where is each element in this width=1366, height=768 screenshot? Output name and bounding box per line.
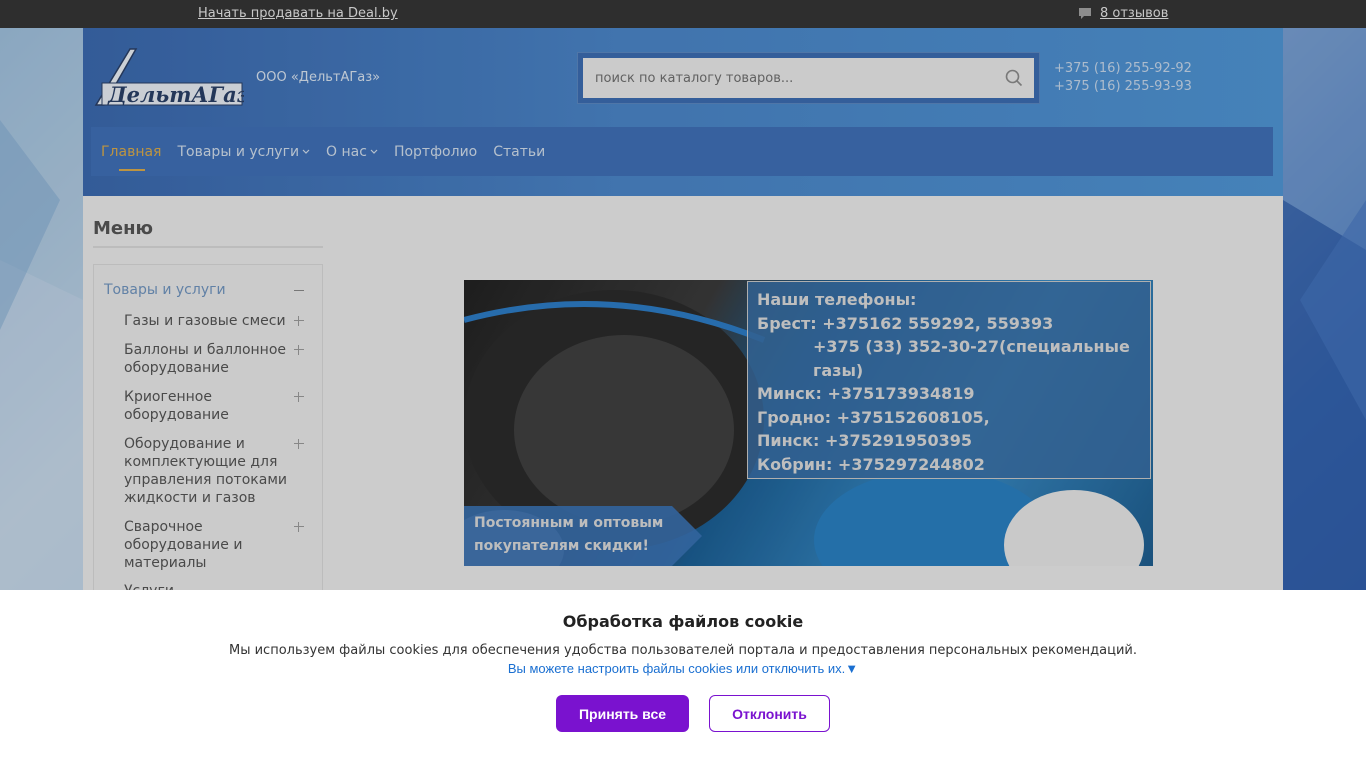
expand-icon[interactable] bbox=[294, 522, 304, 532]
banner-line: +375 (33) 352-30-27(специальные газы) bbox=[813, 337, 1130, 380]
banner-line: Кобрин: +375297244802 bbox=[757, 454, 985, 474]
search-box bbox=[577, 52, 1040, 104]
reviews-link[interactable]: 8 отзывов bbox=[1078, 6, 1168, 21]
collapse-icon[interactable] bbox=[294, 290, 304, 291]
search-icon[interactable] bbox=[1005, 69, 1023, 87]
nav-label: О нас bbox=[326, 143, 367, 160]
phone-number[interactable]: +375 (16) 255-93-93 bbox=[1054, 78, 1192, 96]
banner-line: Минск: +375173934819 bbox=[757, 384, 975, 403]
nav-item-products[interactable]: Товары и услуги bbox=[177, 144, 310, 160]
chevron-down-icon bbox=[370, 149, 378, 154]
expand-icon[interactable] bbox=[294, 345, 304, 355]
cookie-title: Обработка файлов cookie bbox=[562, 612, 804, 631]
promo-banner[interactable]: Наши телефоны: Брест: +375162 559292, 55… bbox=[464, 280, 1153, 566]
start-selling-link[interactable]: Начать продавать на Deal.by bbox=[198, 6, 398, 21]
divider bbox=[93, 246, 323, 248]
sidebar-item-welding[interactable]: Сварочное оборудование и материалы bbox=[124, 518, 304, 572]
chat-icon bbox=[1079, 7, 1091, 19]
nav-item-home[interactable]: Главная bbox=[101, 143, 162, 171]
sidebar-item-gases[interactable]: Газы и газовые смеси bbox=[124, 312, 304, 330]
company-logo[interactable]: ДельтАГаз bbox=[92, 47, 244, 107]
discount-line: покупателям скидки! bbox=[474, 538, 649, 554]
banner-line: Пинск: +375291950395 bbox=[757, 431, 972, 450]
nav-label: Главная bbox=[101, 143, 162, 160]
nav-label: Статьи bbox=[493, 143, 546, 160]
discount-line: Постоянным и оптовым bbox=[474, 515, 664, 531]
decline-button[interactable]: Отклонить bbox=[709, 695, 830, 732]
accept-all-button[interactable]: Принять все bbox=[556, 695, 689, 732]
expand-icon[interactable] bbox=[294, 439, 304, 449]
banner-line: Гродно: +375152608105, bbox=[757, 407, 990, 427]
svg-text:ДельтАГаз: ДельтАГаз bbox=[107, 82, 244, 107]
reviews-label: 8 отзывов bbox=[1100, 6, 1169, 21]
banner-discount: Постоянным и оптовым покупателям скидки! bbox=[464, 506, 674, 566]
banner-line: Брест: +375162 559292, 559393 bbox=[757, 313, 1054, 333]
expand-icon[interactable] bbox=[294, 316, 304, 326]
header-phones: +375 (16) 255-92-92 +375 (16) 255-93-93 bbox=[1054, 60, 1192, 96]
nav-label: Портфолио bbox=[393, 143, 478, 160]
sidebar-title: Меню bbox=[93, 218, 154, 239]
nav-label: Товары и услуги bbox=[177, 143, 300, 160]
cookie-banner: Обработка файлов cookie Мы используем фа… bbox=[0, 590, 1366, 768]
company-name: ООО «ДельтАГаз» bbox=[256, 70, 381, 85]
sidebar-item-cylinders[interactable]: Баллоны и баллонное оборудование bbox=[124, 341, 304, 377]
sidebar-item-cryogenic[interactable]: Криогенное оборудование bbox=[124, 388, 304, 424]
nav-item-portfolio[interactable]: Портфолио bbox=[394, 144, 477, 160]
phone-number[interactable]: +375 (16) 255-92-92 bbox=[1054, 60, 1192, 78]
expand-icon[interactable] bbox=[294, 392, 304, 402]
search-input[interactable] bbox=[583, 58, 1034, 98]
sidebar-category-head[interactable]: Товары и услуги bbox=[104, 282, 226, 298]
main-nav: Главная Товары и услуги О нас Портфолио … bbox=[91, 127, 1273, 176]
banner-line: Наши телефоны: bbox=[757, 290, 917, 309]
cookie-settings-link[interactable]: Вы можете настроить файлы cookies или от… bbox=[0, 661, 1366, 676]
top-bar: Начать продавать на Deal.by 8 отзывов bbox=[0, 0, 1366, 28]
nav-item-articles[interactable]: Статьи bbox=[493, 144, 545, 160]
sidebar-item-flow-equipment[interactable]: Оборудование и комплектующие для управле… bbox=[124, 435, 304, 507]
site-header: ДельтАГаз ООО «ДельтАГаз» +375 (16) 255-… bbox=[83, 28, 1283, 196]
chevron-down-icon bbox=[302, 149, 310, 154]
cookie-text: Мы используем файлы cookies для обеспече… bbox=[228, 643, 1137, 658]
banner-phones: Наши телефоны: Брест: +375162 559292, 55… bbox=[747, 281, 1151, 479]
nav-item-about[interactable]: О нас bbox=[326, 144, 378, 160]
